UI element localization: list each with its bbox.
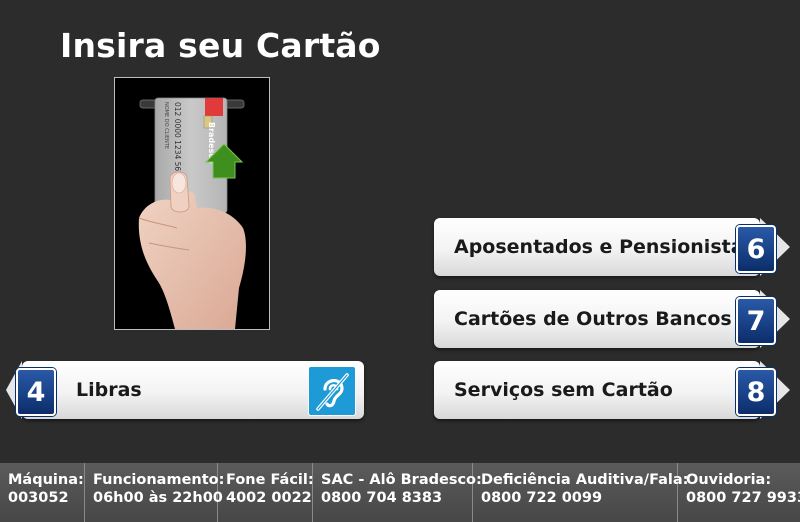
hand-card-image: Bradesco 012 0000 1234 5678 NOME DO CLIE… — [115, 78, 269, 329]
footer-info-bar: Máquina: 003052 Funcionamento: 06h00 às … — [0, 463, 800, 522]
footer-ouvidoria: Ouvidoria: 0800 727 9933 — [678, 463, 800, 522]
footer-label: SAC - Alô Bradesco: — [321, 472, 482, 488]
footer-machine: Máquina: 003052 — [0, 463, 85, 522]
sem-cartao-label: Serviços sem Cartão — [454, 379, 673, 401]
cartoes-outros-bancos-button[interactable]: Cartões de Outros Bancos 7 — [434, 290, 790, 348]
page-title: Insira seu Cartão — [60, 26, 381, 65]
footer-label: Deficiência Auditiva/Fala: — [481, 472, 689, 488]
footer-value: 0800 727 9933 — [686, 490, 800, 506]
footer-value: 4002 0022 — [226, 490, 312, 506]
card-holder-text: NOME DO CLIENTE — [163, 102, 169, 149]
option-4-badge: 4 — [16, 368, 56, 416]
option-8-badge: 8 — [736, 368, 776, 416]
footer-value: 003052 — [8, 490, 69, 506]
card-number-text: 012 0000 1234 5678 — [173, 102, 182, 181]
footer-label: Funcionamento: — [93, 472, 225, 488]
libras-label: Libras — [76, 379, 142, 401]
option-6-badge: 6 — [736, 225, 776, 273]
footer-deficiencia: Deficiência Auditiva/Fala: 0800 722 0099 — [473, 463, 689, 522]
footer-label: Máquina: — [8, 472, 84, 488]
option-7-badge: 7 — [736, 297, 776, 345]
footer-sac: SAC - Alô Bradesco: 0800 704 8383 — [313, 463, 482, 522]
footer-label: Fone Fácil: — [226, 472, 314, 488]
hearing-accessibility-icon — [308, 366, 356, 416]
footer-hours: Funcionamento: 06h00 às 22h00 — [85, 463, 225, 522]
footer-value: 0800 704 8383 — [321, 490, 443, 506]
insert-card-illustration: Bradesco 012 0000 1234 5678 NOME DO CLIE… — [114, 77, 270, 330]
aposentados-label: Aposentados e Pensionistas — [454, 236, 755, 258]
footer-fone-facil: Fone Fácil: 4002 0022 — [218, 463, 314, 522]
footer-value: 0800 722 0099 — [481, 490, 603, 506]
aposentados-pensionistas-button[interactable]: Aposentados e Pensionistas 6 — [434, 218, 790, 276]
libras-button[interactable]: 4 Libras — [6, 361, 364, 419]
footer-value: 06h00 às 22h00 — [93, 490, 223, 506]
outros-bancos-label: Cartões de Outros Bancos — [454, 308, 732, 330]
servicos-sem-cartao-button[interactable]: Serviços sem Cartão 8 — [434, 361, 790, 419]
footer-label: Ouvidoria: — [686, 472, 772, 488]
